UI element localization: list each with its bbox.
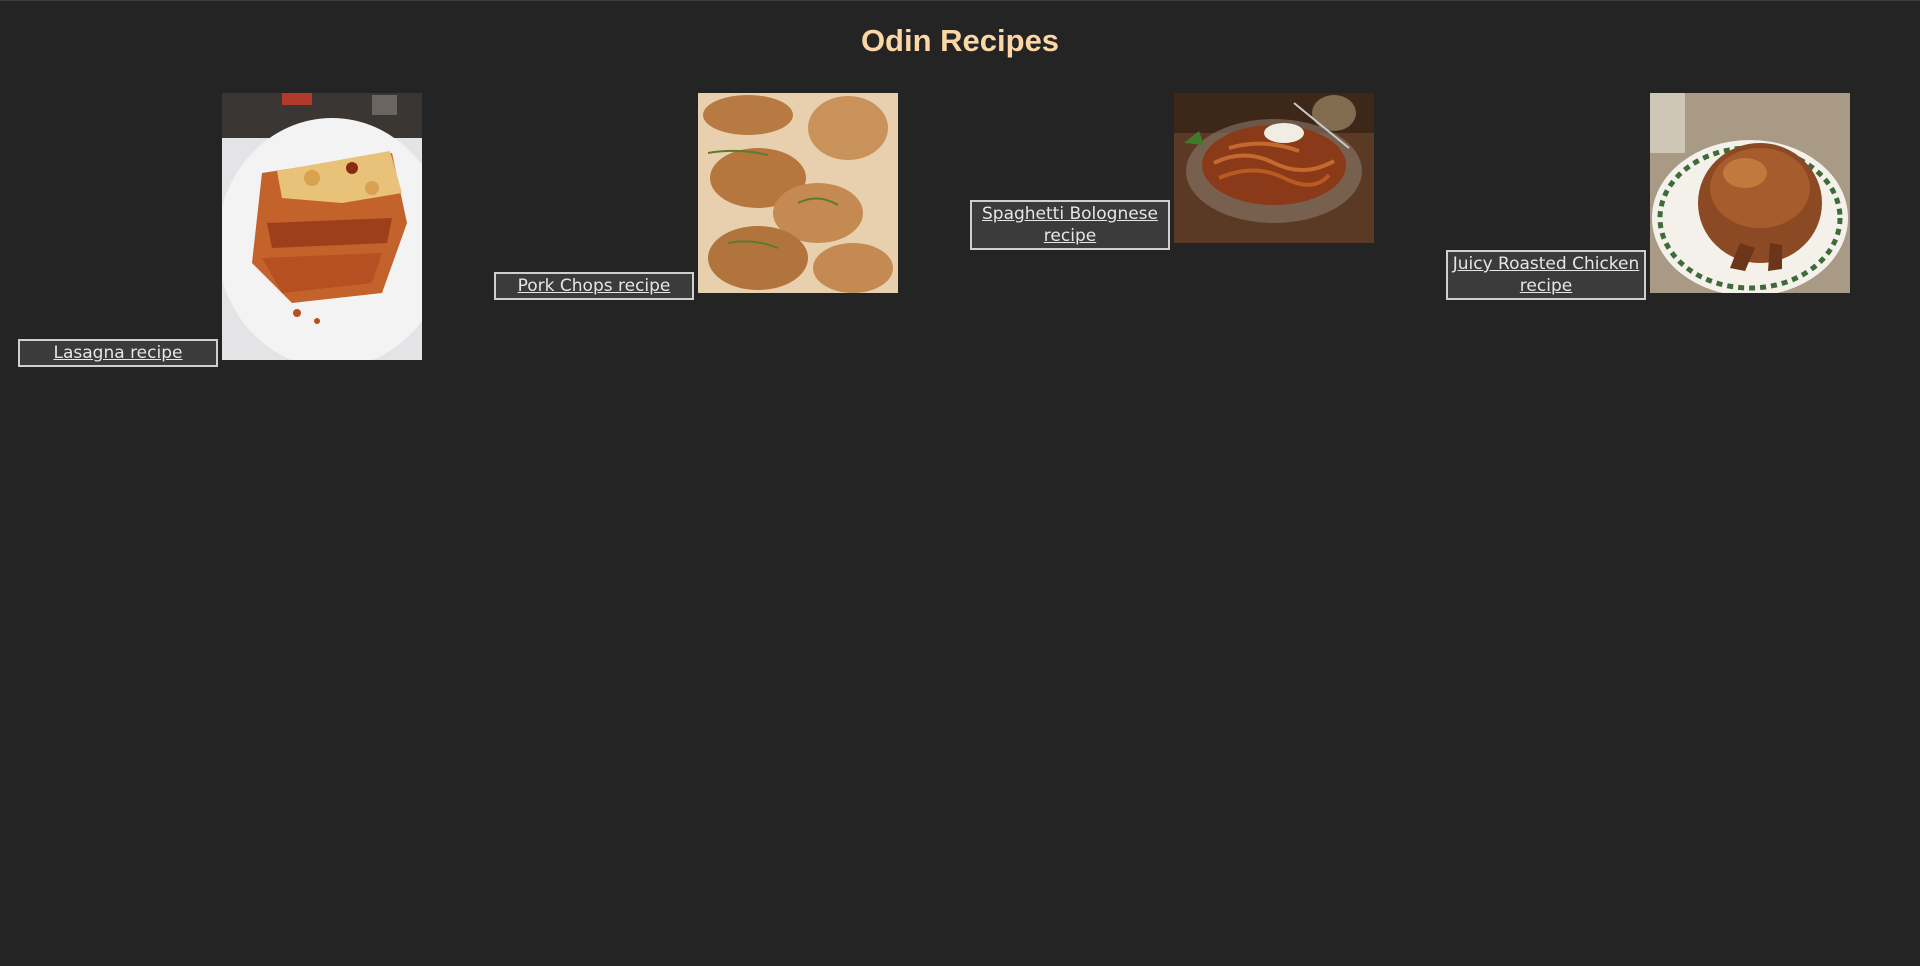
recipes-page: Odin Recipes Lasagna recipe Pork Chops r… — [0, 0, 1920, 966]
spaghetti-bolognese-photo[interactable] — [1174, 93, 1374, 243]
page-title: Odin Recipes — [860, 23, 1060, 58]
pork-chops-recipe-link[interactable]: Pork Chops recipe — [494, 272, 694, 300]
roasted-chicken-photo[interactable] — [1650, 93, 1850, 293]
lasagna-recipe-link[interactable]: Lasagna recipe — [18, 339, 218, 367]
lasagna-photo[interactable] — [222, 93, 422, 360]
pork-chops-photo[interactable] — [698, 93, 898, 293]
roasted-chicken-recipe-link[interactable]: Juicy Roasted Chicken recipe — [1446, 250, 1646, 300]
spaghetti-bolognese-recipe-link[interactable]: Spaghetti Bolognese recipe — [970, 200, 1170, 250]
